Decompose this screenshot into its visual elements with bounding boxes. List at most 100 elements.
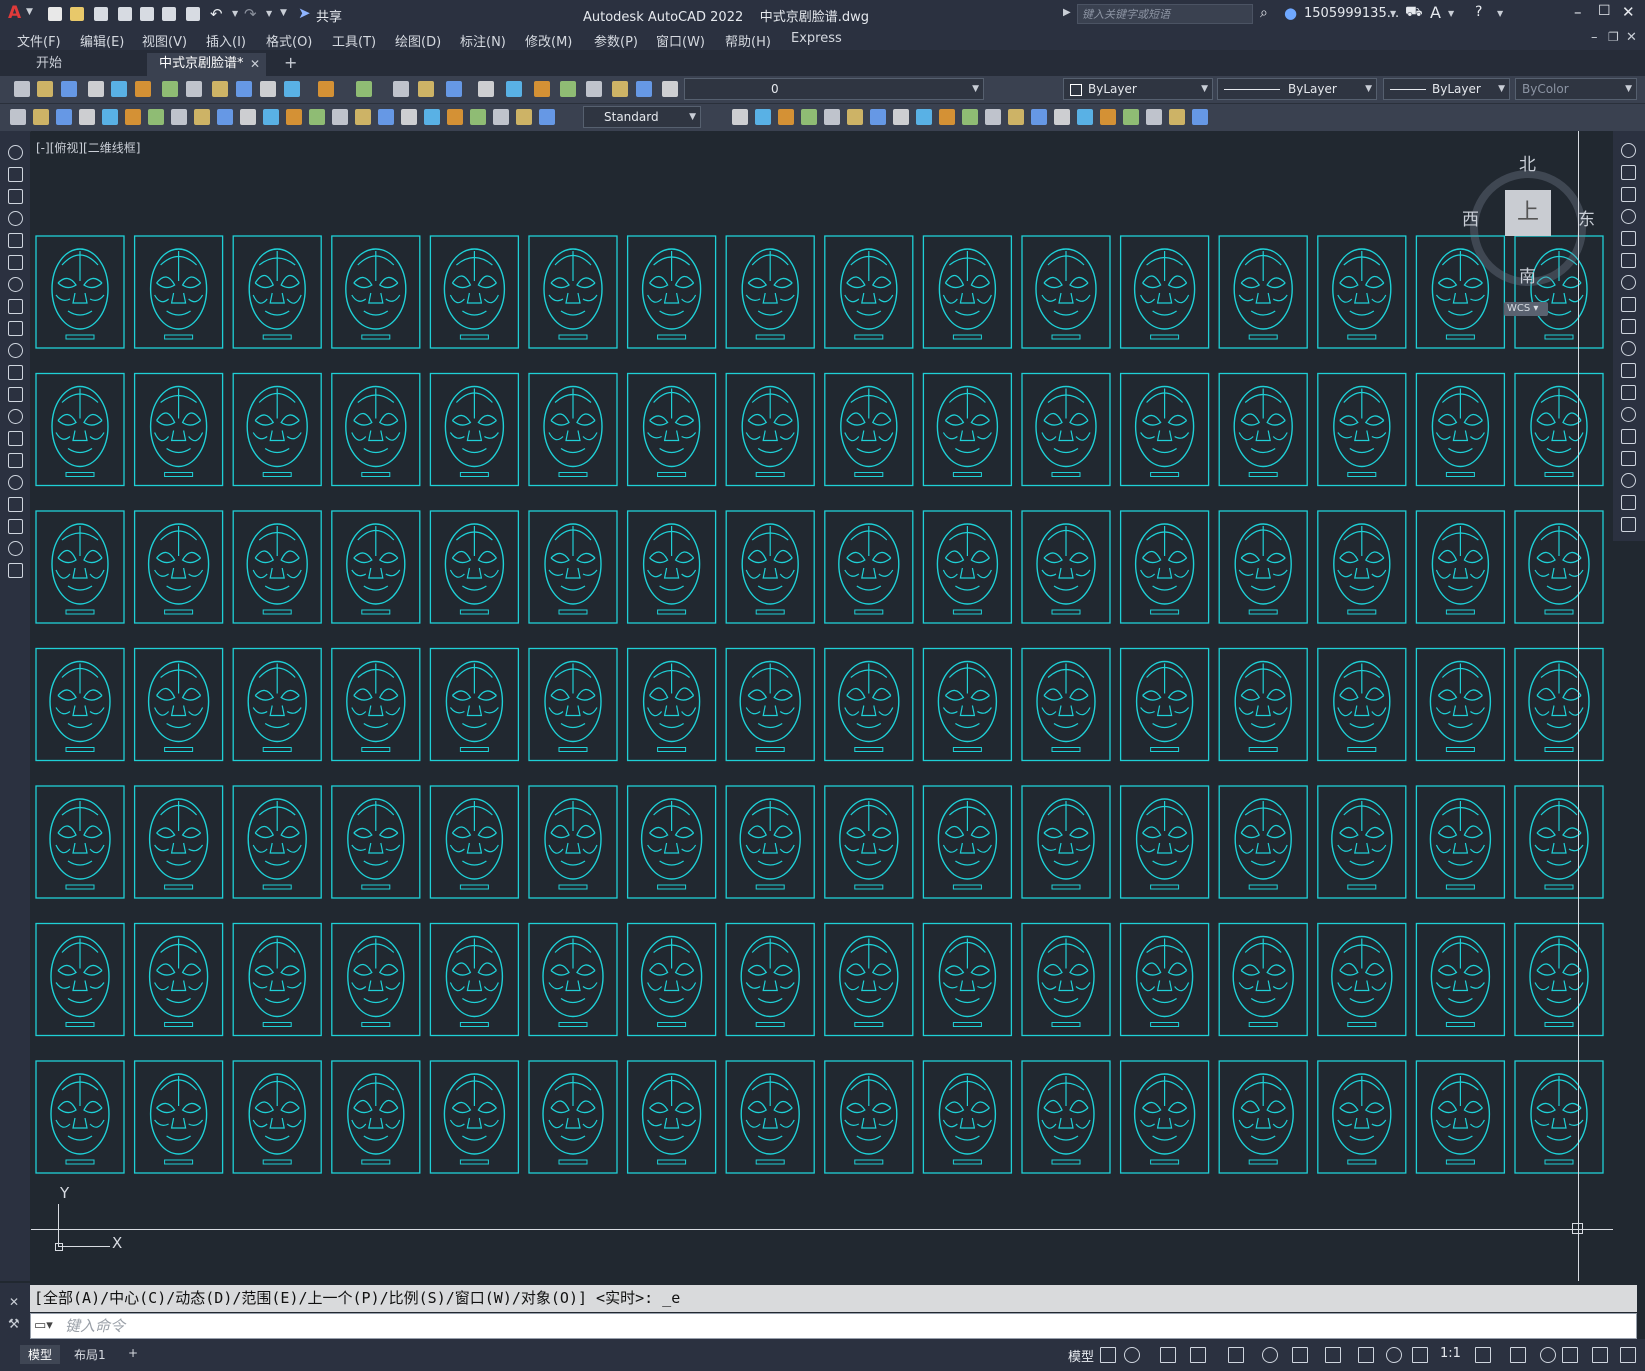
customize-icon[interactable] [1620,1347,1636,1363]
pan-icon[interactable] [356,81,372,97]
mask-block[interactable] [429,510,520,624]
scale-icon[interactable] [1621,297,1636,312]
osnap-icon[interactable] [1292,1347,1308,1363]
mask-block[interactable] [35,510,125,624]
view-icon[interactable] [778,109,794,125]
mask-block[interactable] [133,922,224,1037]
mask-block[interactable] [133,785,224,899]
mask-block[interactable] [1514,922,1604,1037]
mask-block[interactable] [232,647,322,762]
autocad-logo[interactable]: A [8,3,21,23]
mask-block[interactable] [824,235,914,349]
add-layout-button[interactable]: + [120,1345,146,1361]
mask-block[interactable] [1021,1060,1111,1174]
mask-block[interactable] [1415,510,1506,624]
dim-ordinate-icon[interactable] [939,109,955,125]
mask-block[interactable] [725,510,815,624]
shade-icon[interactable] [1146,109,1162,125]
mask-block[interactable] [1415,372,1506,487]
mask-block[interactable] [528,372,618,487]
dim-ordinate-icon[interactable] [79,109,95,125]
lineweight-dropdown-icon[interactable]: ▼ [1498,79,1505,99]
rectangle-icon[interactable] [8,233,23,248]
move-icon[interactable] [1621,253,1636,268]
dim-arc-icon[interactable] [56,109,72,125]
join-icon[interactable] [1621,429,1636,444]
break-icon[interactable] [1621,407,1636,422]
tolerance-icon[interactable] [539,109,555,125]
annotation-monitor-icon[interactable] [1510,1347,1526,1363]
mask-block[interactable] [824,922,914,1037]
save-web-icon[interactable] [162,7,176,21]
mask-block[interactable] [232,372,322,487]
undo-icon[interactable]: ↶ [210,5,223,23]
layer-combo[interactable]: 0 ▼ [684,78,984,100]
tab-start[interactable]: 开始 [24,53,74,76]
mask-block[interactable] [35,922,125,1037]
transparency-icon[interactable] [1358,1347,1374,1363]
mask-block[interactable] [922,922,1013,1037]
help-icon[interactable] [636,81,652,97]
dim-continue-icon[interactable] [171,109,187,125]
match-icon[interactable] [236,81,252,97]
stretch-icon[interactable] [1621,319,1636,334]
username[interactable]: 1505999135... [1304,6,1399,21]
cart-icon[interactable]: ⛟ [1405,4,1423,22]
markup-icon[interactable] [586,81,602,97]
dim-continue-icon[interactable] [1031,109,1047,125]
center-mark-icon[interactable] [732,109,748,125]
mask-block[interactable] [1021,785,1111,899]
render-icon[interactable] [309,109,325,125]
menu-tools[interactable]: 工具(T) [332,31,376,50]
mask-block[interactable] [232,510,322,624]
menu-parametric[interactable]: 参数(P) [594,31,638,50]
zoom-window-icon[interactable] [418,81,434,97]
mask-block[interactable] [626,235,717,349]
mask-block[interactable] [331,1060,421,1174]
dim-continue-icon[interactable] [516,109,532,125]
mask-block[interactable] [1317,510,1407,624]
mask-block[interactable] [626,922,717,1037]
view-cube[interactable]: 上 北 南 西 东 WCS ▾ [1462,155,1595,318]
compass-north[interactable]: 北 [1519,150,1536,175]
dim-arc-icon[interactable] [401,109,417,125]
command-prompt-icon[interactable]: ▭▾ [34,1314,53,1338]
menu-window[interactable]: 窗口(W) [656,31,705,50]
mask-block[interactable] [1514,647,1604,762]
minimize-icon[interactable]: – [1574,3,1582,21]
center-mark-icon[interactable] [1077,109,1093,125]
mask-block[interactable] [1218,235,1308,349]
menu-dimension[interactable]: 标注(N) [460,31,506,50]
open-icon[interactable] [37,81,53,97]
compass-west[interactable]: 西 [1462,205,1479,230]
mask-block[interactable] [1021,372,1111,487]
mask-block[interactable] [1514,785,1604,899]
search-icon[interactable]: ⌕ [1260,5,1268,21]
dim-linear-icon[interactable] [355,109,371,125]
mask-block[interactable] [1021,235,1111,349]
text-style-combo[interactable]: Standard ▼ [583,106,701,128]
mask-block[interactable] [626,647,717,762]
new-icon[interactable] [14,81,30,97]
add-selected-icon[interactable] [8,563,23,578]
open-icon[interactable] [70,7,84,21]
mask-block[interactable] [528,785,618,899]
wcs-menu[interactable]: WCS ▾ [1504,302,1548,316]
table-icon[interactable] [8,519,23,534]
mask-block[interactable] [824,647,914,762]
model-space-toggle[interactable]: 模型 [1068,1346,1094,1365]
color-dropdown-icon[interactable]: ▼ [1201,79,1208,99]
mask-block[interactable] [331,372,421,487]
dim-aligned-icon[interactable] [33,109,49,125]
break-at-point-icon[interactable] [1621,385,1636,400]
new-icon[interactable] [48,7,62,21]
undo-icon[interactable] [284,81,300,97]
line-icon[interactable] [8,145,23,160]
mask-block[interactable] [922,785,1013,899]
isodraft-icon[interactable] [1228,1347,1244,1363]
viewport-controls[interactable]: [-][俯视][二维线框] [36,139,140,156]
linetype-combo[interactable]: ByLayer ▼ [1217,78,1377,100]
dim-baseline-icon[interactable] [1008,109,1024,125]
tolerance-icon[interactable] [194,109,210,125]
insert-block-icon[interactable] [8,387,23,402]
